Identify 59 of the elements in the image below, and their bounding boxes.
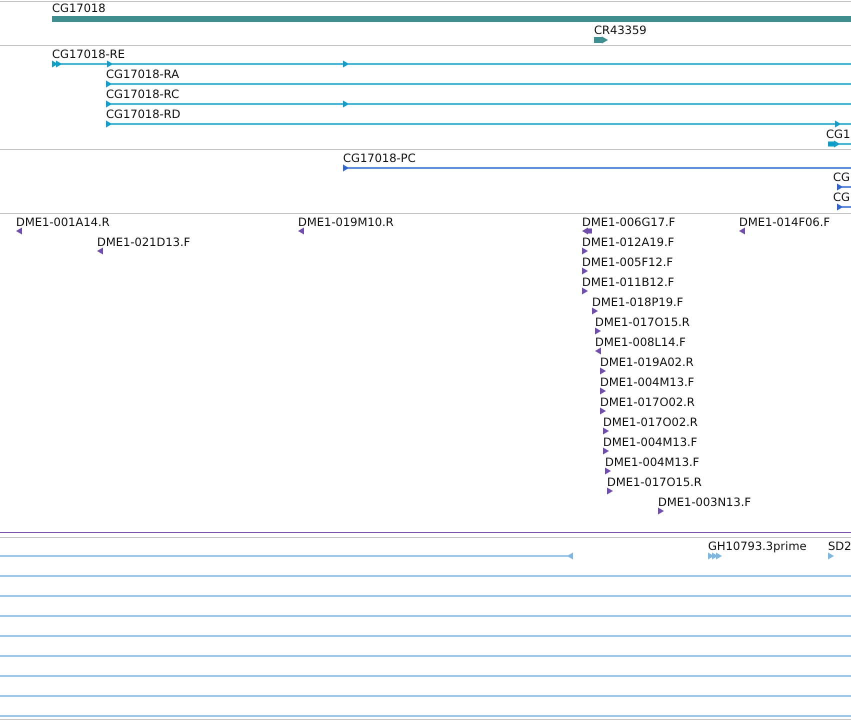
feature-label: DME1-012A19.F xyxy=(582,235,674,249)
transcript-line[interactable] xyxy=(106,120,851,128)
feature-label: CR43359 xyxy=(594,23,647,37)
arrow-icon[interactable] xyxy=(600,368,606,374)
feature-label: CG xyxy=(833,170,850,184)
feature-label: DME1-004M13.F xyxy=(605,455,700,469)
feature-label: DME1-018P19.F xyxy=(592,295,684,309)
arrow-icon[interactable] xyxy=(595,328,601,334)
arrow-icon[interactable] xyxy=(658,508,664,514)
transcript-line[interactable] xyxy=(52,60,851,68)
feature-label: DME1-014F06.F xyxy=(739,215,830,229)
feature-label: CG17018-RD xyxy=(106,107,181,121)
gene-bar[interactable] xyxy=(594,36,608,44)
transcript-line[interactable] xyxy=(828,140,851,148)
protein-line[interactable] xyxy=(837,204,851,210)
feature-label: CG1 xyxy=(826,127,850,141)
feature-label: DME1-019M10.R xyxy=(298,215,394,229)
arrow-icon[interactable] xyxy=(600,408,606,414)
arrow-icon[interactable] xyxy=(592,308,598,314)
feature-label: DME1-004M13.F xyxy=(603,435,698,449)
feature-label: GH10793.3prime xyxy=(708,539,807,553)
feature-label: CG17018-RC xyxy=(106,87,180,101)
arrow-icon[interactable] xyxy=(607,488,613,494)
feature-label: DME1-001A14.R xyxy=(16,215,110,229)
arrow-icon[interactable] xyxy=(97,248,103,254)
feature-label: CG17018-RA xyxy=(106,67,180,81)
arrow-icon[interactable] xyxy=(16,228,22,234)
feature-label: DME1-017O02.R xyxy=(603,415,698,429)
arrow-icon[interactable] xyxy=(600,388,606,394)
feature-label: DME1-008L14.F xyxy=(595,335,686,349)
feature-label: CG17018 xyxy=(52,1,106,15)
feature-label: DME1-006G17.F xyxy=(582,215,676,229)
arrow-icon[interactable] xyxy=(595,348,601,354)
arrow-icon[interactable] xyxy=(298,228,304,234)
arrow-icon[interactable] xyxy=(582,248,588,254)
feature-label: DME1-003N13.F xyxy=(658,495,751,509)
arrow-icon[interactable] xyxy=(603,448,609,454)
arrow-icon[interactable] xyxy=(739,228,745,234)
feature-label: DME1-011B12.F xyxy=(582,275,674,289)
feature-label: DME1-019A02.R xyxy=(600,355,694,369)
feature-label: CG xyxy=(833,190,850,204)
feature-label: DME1-005F12.F xyxy=(582,255,673,269)
arrow-icon[interactable] xyxy=(603,428,609,434)
feature-label: SD2 xyxy=(828,539,851,553)
transcript-line[interactable] xyxy=(106,80,851,88)
feature-label: DME1-017O02.R xyxy=(600,395,695,409)
protein-line[interactable] xyxy=(837,184,851,190)
transcript-line[interactable] xyxy=(106,100,851,108)
arrow-icon[interactable] xyxy=(605,468,611,474)
arrow-icon[interactable] xyxy=(582,288,588,294)
feature-label: DME1-017O15.R xyxy=(595,315,690,329)
arrow-icon[interactable] xyxy=(582,228,592,234)
feature-label: CG17018-PC xyxy=(343,151,416,165)
feature-label: DME1-021D13.F xyxy=(97,235,190,249)
arrow-icon[interactable] xyxy=(582,268,588,274)
feature-label: DME1-004M13.F xyxy=(600,375,694,389)
feature-label: DME1-017O15.R xyxy=(607,475,702,489)
protein-line[interactable] xyxy=(343,164,851,172)
feature-label: CG17018-RE xyxy=(52,47,125,61)
